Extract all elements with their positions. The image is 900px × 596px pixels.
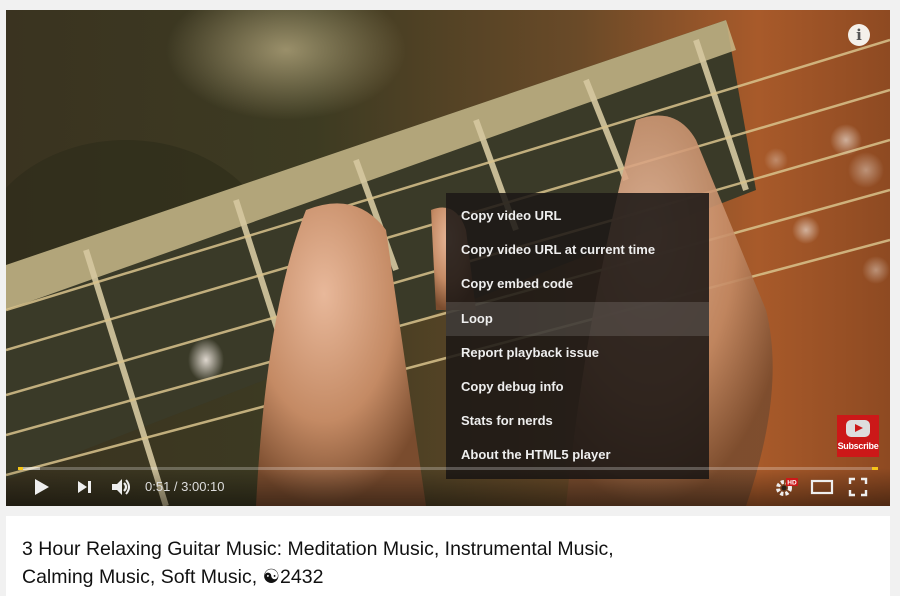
menu-item-copy-debug-info[interactable]: Copy debug info <box>446 370 709 404</box>
next-icon[interactable] <box>76 476 94 498</box>
video-title-line2: Calming Music, Soft Music, ☯2432 <box>22 566 324 588</box>
video-player[interactable]: i Copy video URL Copy video URL at curre… <box>6 10 890 506</box>
play-icon[interactable] <box>32 476 52 498</box>
volume-icon[interactable] <box>110 476 134 498</box>
context-menu: Copy video URL Copy video URL at current… <box>446 193 709 479</box>
subscribe-button[interactable]: Subscribe <box>837 415 879 457</box>
menu-item-copy-video-url-at-time[interactable]: Copy video URL at current time <box>446 233 709 267</box>
video-title: 3 Hour Relaxing Guitar Music: Meditation… <box>22 535 722 591</box>
youtube-logo-icon <box>846 420 870 437</box>
menu-item-copy-embed-code[interactable]: Copy embed code <box>446 267 709 301</box>
menu-item-report-playback-issue[interactable]: Report playback issue <box>446 336 709 370</box>
fullscreen-icon[interactable] <box>848 476 868 498</box>
hd-badge-label: HD <box>787 480 797 487</box>
theater-mode-icon[interactable] <box>810 476 834 498</box>
control-bar: 0:51 / 3:00:10 HD <box>6 468 890 506</box>
settings-icon[interactable]: HD <box>774 476 800 498</box>
progress-end-marker <box>872 467 878 470</box>
subscribe-label: Subscribe <box>837 441 879 451</box>
progress-played <box>18 467 24 470</box>
video-info-panel: 3 Hour Relaxing Guitar Music: Meditation… <box>6 516 890 596</box>
menu-item-copy-video-url[interactable]: Copy video URL <box>446 199 709 233</box>
progress-bar[interactable] <box>18 467 878 470</box>
video-title-line1: 3 Hour Relaxing Guitar Music: Meditation… <box>22 538 614 560</box>
time-display: 0:51 / 3:00:10 <box>145 479 225 494</box>
menu-item-stats-for-nerds[interactable]: Stats for nerds <box>446 404 709 438</box>
info-icon[interactable]: i <box>848 24 870 46</box>
menu-item-loop[interactable]: Loop <box>446 301 709 336</box>
